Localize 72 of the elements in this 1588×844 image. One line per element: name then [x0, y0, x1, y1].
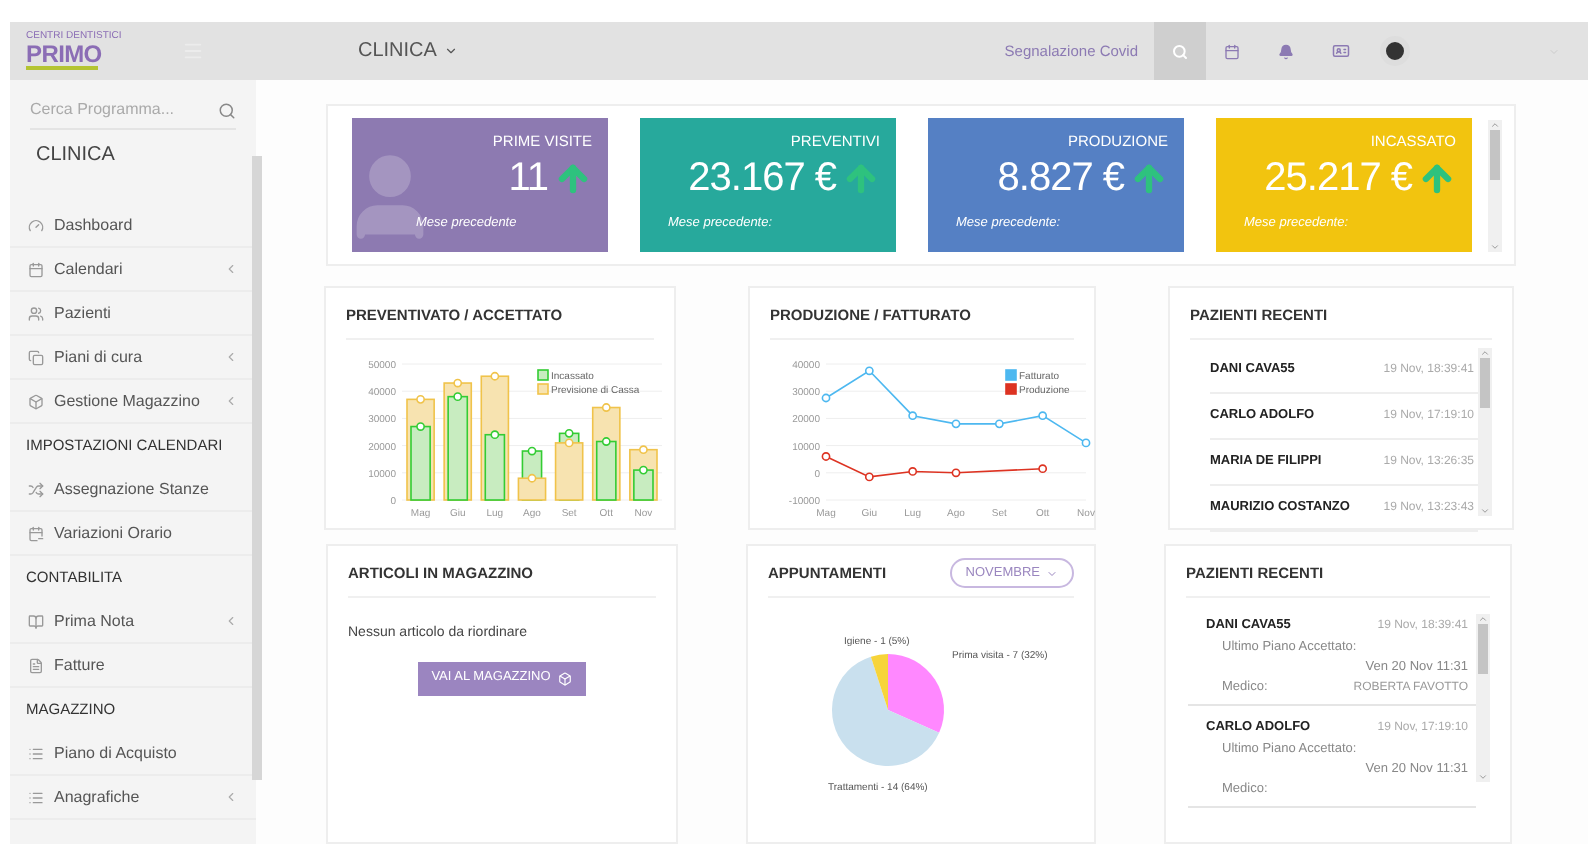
- book-icon: [28, 613, 44, 629]
- chevron-icon: [224, 394, 238, 408]
- data-point: [601, 403, 611, 412]
- arrow-down-icon: [1478, 772, 1488, 782]
- chevron-icon: [224, 262, 238, 276]
- clinic-dropdown[interactable]: CLINICA: [358, 36, 459, 66]
- data-point: [994, 419, 1004, 429]
- tile-value: 8.827 €: [997, 158, 1124, 198]
- arrow-down-icon: [1480, 506, 1490, 516]
- chevron-icon: [224, 350, 238, 364]
- data-point: [821, 452, 831, 461]
- search-button[interactable]: [1154, 22, 1206, 80]
- scrollbar[interactable]: [1478, 348, 1492, 516]
- search-icon: [1172, 43, 1188, 59]
- data-point: [1081, 438, 1091, 448]
- calendar-icon: [28, 261, 44, 277]
- data-point: [1038, 411, 1048, 421]
- data-point: [1038, 464, 1048, 474]
- data-point: [908, 411, 918, 421]
- chevron-icon: [444, 44, 459, 58]
- data-point: [821, 393, 831, 403]
- data-point: [639, 465, 648, 475]
- arrow-up-icon: [1418, 159, 1456, 197]
- chevron-icon: [224, 614, 238, 628]
- data-point: [527, 473, 537, 483]
- tile-value: 11: [508, 158, 548, 198]
- data-point: [951, 468, 961, 478]
- data-point: [639, 445, 648, 455]
- id-card-icon[interactable]: [1332, 42, 1350, 60]
- scrollbar[interactable]: [1488, 119, 1502, 251]
- gauge-icon: [28, 217, 44, 233]
- scrollbar[interactable]: [1476, 614, 1490, 782]
- shuffle-icon: [28, 481, 44, 497]
- arrow-up-icon: [1130, 159, 1168, 197]
- arrow-up-icon: [1480, 348, 1490, 358]
- data-point: [453, 378, 463, 388]
- tile-value: 23.167 €: [688, 158, 836, 198]
- data-point: [908, 467, 918, 476]
- chevron-icon: [1046, 567, 1058, 579]
- list-icon: [28, 745, 44, 761]
- calendar-icon: [28, 525, 44, 541]
- arrow-up-icon: [1490, 119, 1500, 129]
- arrow-up-icon: [1478, 614, 1488, 624]
- calendar-icon[interactable]: [1224, 43, 1240, 59]
- document-icon: [28, 657, 44, 673]
- data-point: [416, 422, 425, 431]
- data-point: [527, 446, 537, 456]
- data-point: [864, 366, 874, 376]
- bar: [447, 395, 469, 501]
- chevron-icon: [224, 790, 238, 804]
- cube-icon: [558, 671, 573, 685]
- bell-icon[interactable]: [1278, 43, 1294, 59]
- search-field[interactable]: Cerca Programma...: [30, 98, 200, 122]
- data-point: [601, 437, 611, 446]
- data-point: [490, 371, 500, 381]
- data-point: [864, 472, 874, 482]
- cube-icon: [28, 393, 44, 409]
- clinic-label: CLINICA: [36, 142, 117, 170]
- data-point: [453, 392, 463, 402]
- documents-icon: [28, 349, 44, 365]
- tile-value: 25.217 €: [1264, 158, 1412, 198]
- scrollbar[interactable]: [252, 156, 262, 780]
- avatar[interactable]: [1380, 36, 1410, 66]
- data-point: [951, 419, 961, 429]
- data-point: [416, 394, 425, 404]
- bar: [410, 425, 431, 501]
- list-icon: [28, 789, 44, 805]
- users-icon: [28, 305, 44, 321]
- search-icon[interactable]: [218, 101, 236, 119]
- arrow-down-icon: [1490, 241, 1500, 251]
- bar: [554, 442, 584, 501]
- data-point: [490, 430, 500, 440]
